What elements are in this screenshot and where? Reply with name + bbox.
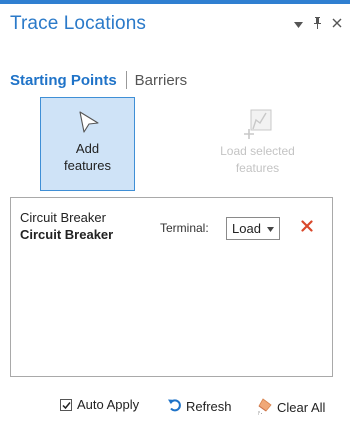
feature-layer-name: Circuit Breaker <box>20 210 106 225</box>
chevron-down-icon <box>267 225 274 234</box>
load-selected-label-line2: features <box>235 161 280 175</box>
add-features-button[interactable]: Add features <box>40 97 135 191</box>
dropdown-icon[interactable] <box>294 18 303 30</box>
feature-asset-name: Circuit Breaker <box>20 227 114 242</box>
terminal-dropdown[interactable]: Load <box>226 217 280 240</box>
starting-points-list[interactable]: Circuit Breaker Circuit Breaker Terminal… <box>10 197 333 377</box>
tab-divider <box>125 71 127 89</box>
refresh-button[interactable]: Refresh <box>167 397 232 416</box>
tab-starting-points[interactable]: Starting Points <box>10 72 117 89</box>
remove-icon[interactable] <box>301 218 313 235</box>
refresh-label: Refresh <box>186 399 232 414</box>
auto-apply-toggle[interactable]: Auto Apply <box>60 397 139 412</box>
add-features-label: Add features <box>41 140 134 174</box>
add-features-label-line2: features <box>64 158 111 173</box>
close-icon[interactable] <box>332 18 342 30</box>
load-selected-features-button[interactable]: Load selected features <box>205 97 310 191</box>
auto-apply-label: Auto Apply <box>77 397 140 412</box>
check-icon <box>62 401 71 409</box>
pane-header: Trace Locations <box>0 4 350 40</box>
footer-bar: Auto Apply Refresh Clear All <box>0 397 350 421</box>
auto-apply-checkbox[interactable] <box>60 398 72 411</box>
pane-title: Trace Locations <box>10 13 146 34</box>
refresh-icon <box>167 397 183 416</box>
eraser-icon <box>256 397 274 418</box>
clear-all-button[interactable]: Clear All <box>256 397 325 418</box>
list-item[interactable]: Circuit Breaker Circuit Breaker Terminal… <box>11 198 332 248</box>
terminal-value: Load <box>232 221 261 236</box>
trace-tabs: Starting Points Barriers <box>10 71 187 89</box>
terminal-label: Terminal: <box>160 221 209 235</box>
tab-barriers[interactable]: Barriers <box>135 72 188 89</box>
load-selected-label: Load selected features <box>205 143 310 177</box>
clear-all-label: Clear All <box>277 400 326 415</box>
load-selected-label-line1: Load selected <box>220 144 295 158</box>
pin-icon[interactable] <box>313 17 322 31</box>
arrow-cursor-icon <box>78 111 100 133</box>
pane-header-controls <box>294 17 342 31</box>
add-features-label-line1: Add <box>75 141 100 156</box>
load-selected-icon <box>243 108 273 140</box>
